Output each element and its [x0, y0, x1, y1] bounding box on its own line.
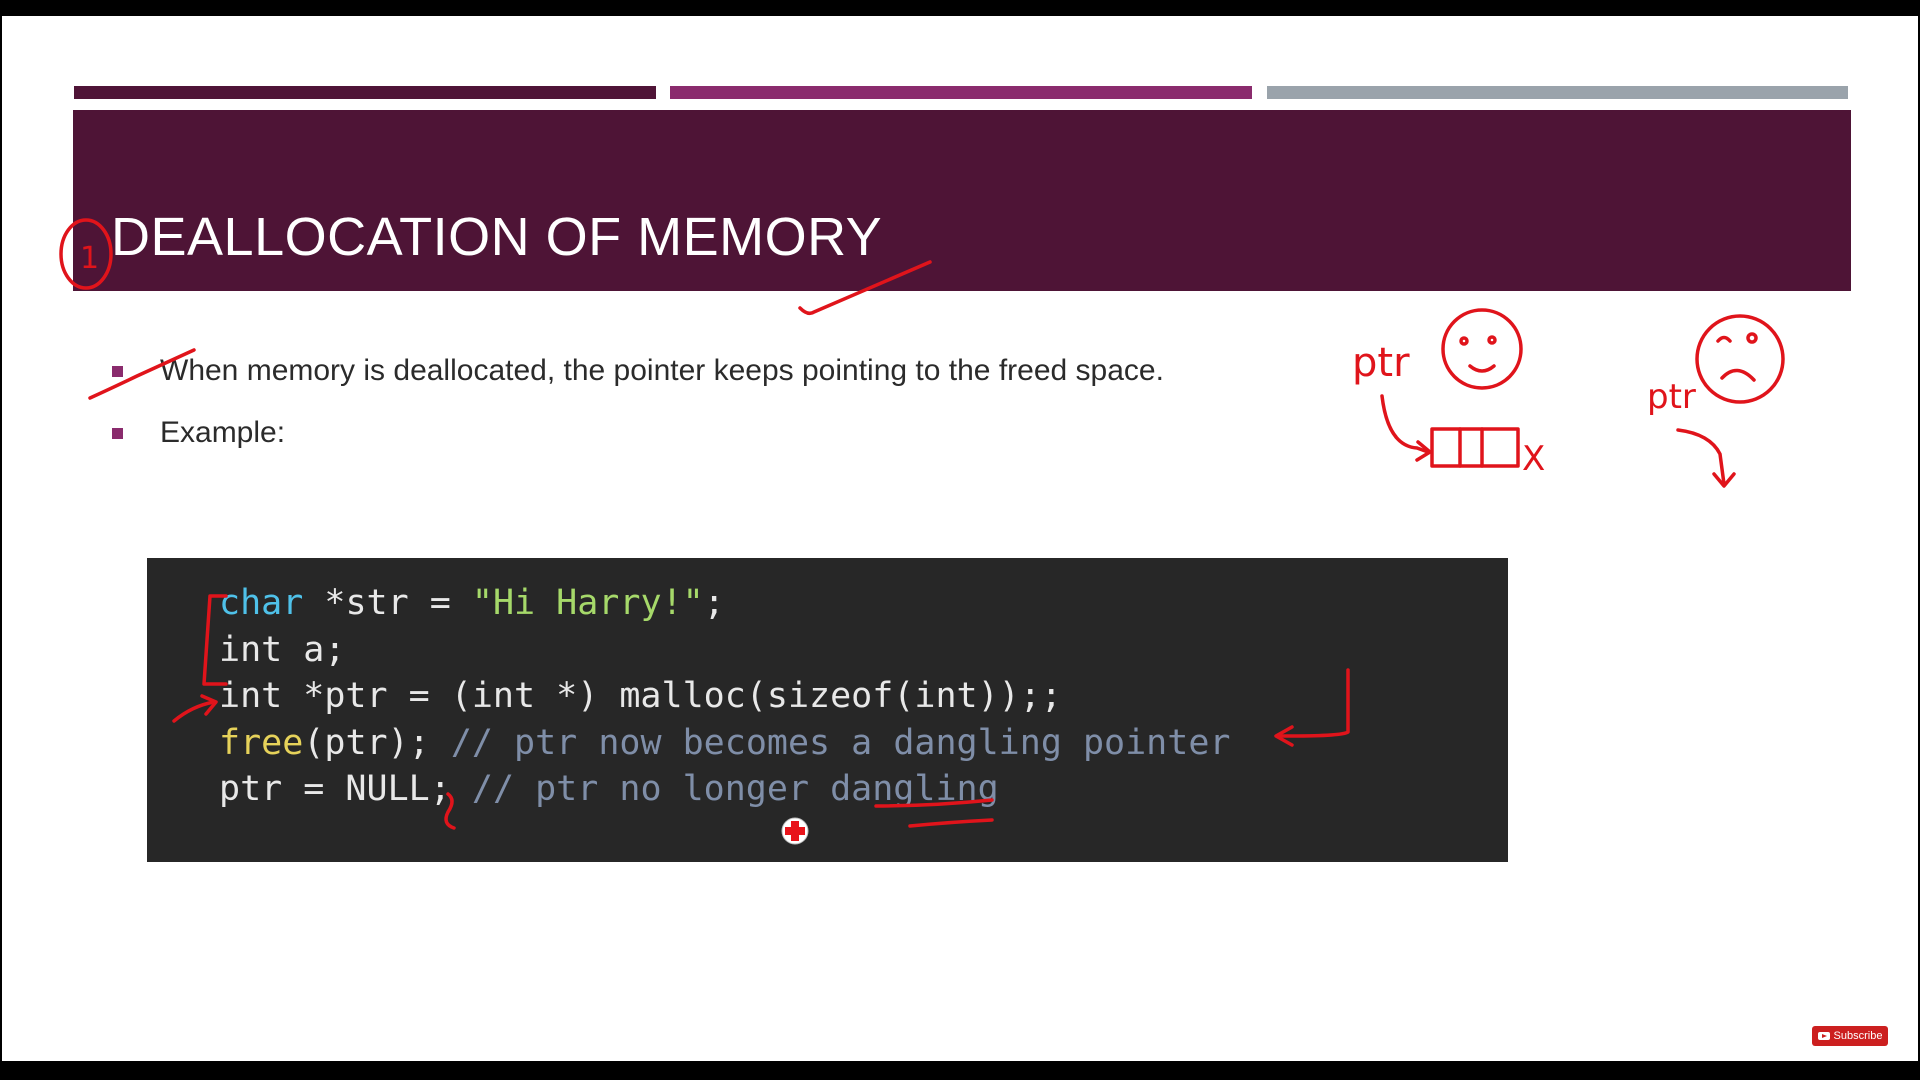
code-line: int a; — [219, 627, 1230, 674]
code-line: int *ptr = (int *) malloc(sizeof(int));; — [219, 673, 1230, 720]
code-token: ptr = NULL; — [219, 769, 472, 809]
sad-face-icon — [1695, 314, 1785, 404]
code-token: free — [219, 722, 304, 763]
code-token: int a; — [219, 629, 346, 670]
code-token: // ptr now becomes a dangling pointer — [450, 722, 1231, 763]
code-token: // ptr no longer dangling — [471, 769, 999, 809]
eye-icon — [1487, 335, 1497, 345]
eye-icon — [1746, 332, 1758, 344]
ptr-label: ptr — [1647, 377, 1696, 417]
youtube-play-icon — [1817, 1032, 1830, 1040]
eye-icon — [1716, 335, 1732, 343]
slide-title: DEALLOCATION OF MEMORY — [111, 207, 883, 267]
ptr-label: ptr — [1352, 340, 1410, 386]
bullet-text: Example: — [160, 416, 286, 449]
memory-block-icon — [1430, 427, 1520, 468]
header-strip-gray — [1267, 86, 1848, 99]
title-band: DEALLOCATION OF MEMORY — [73, 110, 1851, 291]
code-token: "Hi Harry!" — [471, 583, 704, 623]
bullet-item: When memory is deallocated, the pointer … — [112, 354, 1164, 388]
code-line: ptr = NULL; // ptr no longer dangling — [219, 766, 1230, 813]
subscribe-label: Subscribe — [1833, 1030, 1883, 1042]
code-line: free(ptr); // ptr now becomes a dangling… — [219, 720, 1230, 767]
subscribe-button[interactable]: Subscribe — [1812, 1026, 1888, 1046]
video-frame: DEALLOCATION OF MEMORY When memory is de… — [0, 0, 1920, 1080]
code-token: (ptr); — [303, 722, 451, 763]
happy-face-icon — [1441, 308, 1523, 390]
code-token: *str = — [303, 583, 472, 623]
header-strip-dark — [74, 86, 656, 99]
arrowhead-icon — [1415, 440, 1432, 462]
eye-icon — [1459, 336, 1469, 346]
code-block: char *str = "Hi Harry!"; int a; int *ptr =… — [147, 558, 1508, 862]
code-token: char — [219, 583, 304, 623]
square-bullet-icon — [112, 365, 123, 377]
code-line: char *str = "Hi Harry!"; — [219, 580, 1230, 627]
x-mark: X — [1522, 439, 1545, 479]
square-bullet-icon — [112, 427, 123, 439]
presentation-slide: DEALLOCATION OF MEMORY When memory is de… — [2, 16, 1918, 1061]
bullet-text: When memory is deallocated, the pointer … — [160, 354, 1164, 387]
frown-icon — [1720, 368, 1756, 382]
code-token: int *ptr = (int *) malloc(sizeof(int));; — [219, 676, 1062, 716]
arrow-icon — [1380, 394, 1430, 454]
arrow-icon — [1676, 428, 1726, 486]
arrowhead-icon — [1712, 472, 1736, 488]
header-strip-magenta — [670, 86, 1252, 99]
smile-icon — [1468, 364, 1496, 373]
code-token: ; — [703, 583, 725, 623]
pointer-cursor-icon — [781, 817, 809, 845]
bullet-item: Example: — [112, 416, 285, 450]
code-lines: char *str = "Hi Harry!"; int a; int *ptr =… — [219, 580, 1230, 813]
